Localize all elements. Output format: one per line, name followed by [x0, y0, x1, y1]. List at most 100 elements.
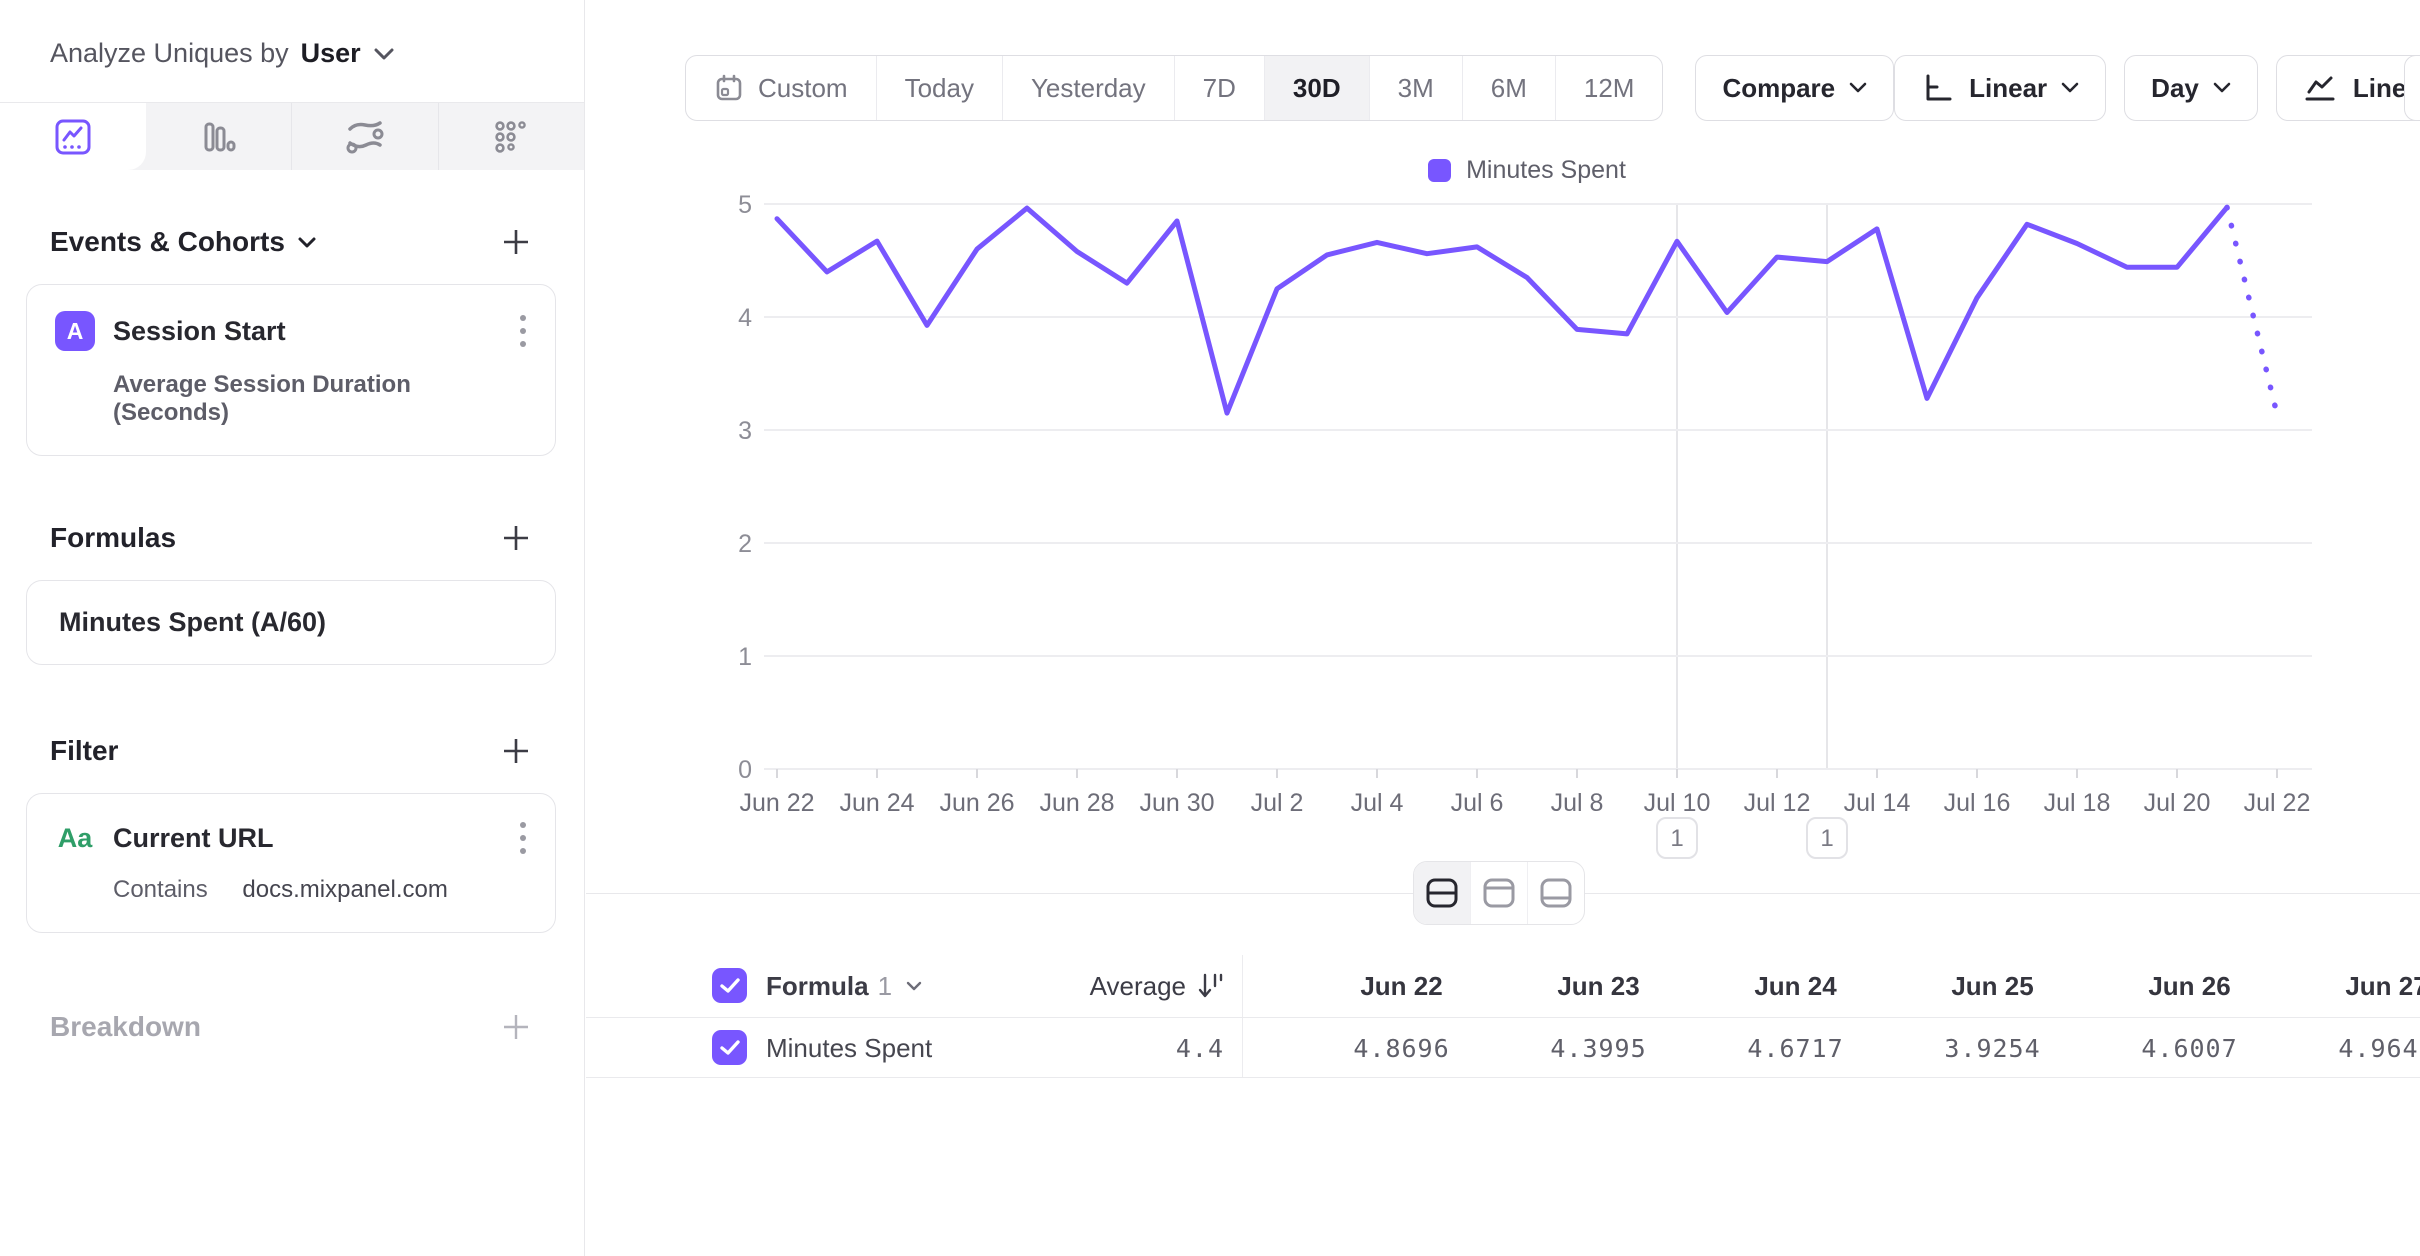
x-axis-tick-label: Jun 22 [739, 789, 814, 817]
formula-checkbox[interactable] [712, 968, 747, 1003]
y-axis-tick-label: 4 [738, 304, 752, 332]
line-chart[interactable]: 0 1 2 3 4 5 Jun 22 Jun 24 Jun 26 Jun 28 Jun 30 Jul … [586, 0, 2420, 950]
x-axis-tick-label: Jul 8 [1551, 789, 1604, 817]
main-panel: CustomTodayYesterday7D30D3M6M12M Compare… [586, 0, 2420, 1256]
filter-property-title: Current URL [113, 823, 274, 854]
series-line-dotted-segment [2227, 207, 2277, 414]
series-checkbox[interactable] [712, 1030, 747, 1065]
sort-icon [1198, 972, 1224, 1000]
y-axis-tick-label: 3 [738, 417, 752, 445]
annotation-badge-count: 1 [1670, 825, 1683, 852]
table-cell-value: 3.9254 [1894, 1018, 2091, 1079]
kebab-menu-icon[interactable] [519, 820, 527, 856]
x-axis-tick-label: Jul 10 [1644, 789, 1711, 817]
event-title: Session Start [113, 316, 286, 347]
add-filter-button[interactable] [500, 735, 532, 767]
x-axis-tick-label: Jul 6 [1451, 789, 1504, 817]
formula-title: Minutes Spent (A/60) [59, 607, 527, 638]
x-axis-tick-label: Jul 4 [1351, 789, 1404, 817]
x-axis-tick-label: Jul 14 [1844, 789, 1911, 817]
y-axis-tick-label: 5 [738, 191, 752, 219]
formulas-title: Formulas [50, 522, 176, 554]
event-card-session-start[interactable]: A Session Start Average Session Duration… [26, 284, 556, 456]
series-line [777, 207, 2227, 413]
table-cell-value: 4.6007 [2091, 1018, 2288, 1079]
x-axis-tick-label: Jun 26 [939, 789, 1014, 817]
line-chart-icon [53, 117, 93, 157]
flows-icon [344, 117, 386, 157]
report-type-tabs [0, 102, 584, 170]
split-view-icon [1424, 875, 1460, 911]
date-column-header[interactable]: Jun 23 [1500, 955, 1697, 1017]
x-axis-tick-label: Jul 20 [2144, 789, 2211, 817]
formula-group-number: 1 [878, 971, 892, 1002]
filter-header: Filter [50, 735, 532, 767]
y-axis-tick-label: 1 [738, 643, 752, 671]
filter-title: Filter [50, 735, 118, 767]
dots-grid-icon [491, 117, 531, 157]
analyze-uniques-header: Analyze Uniques by User [0, 0, 584, 69]
breakdown-title: Breakdown [50, 1011, 201, 1043]
table-row[interactable]: Minutes Spent 4.4 4.86964.39954.67173.92… [586, 1017, 2420, 1078]
view-toggle-chart-bottom-view[interactable] [1527, 862, 1584, 924]
filter-operator[interactable]: Contains [113, 876, 208, 903]
table-header-row: Formula 1 Average Jun 22Jun 23Jun 24Jun … [586, 955, 2420, 1017]
x-axis-tick-label: Jul 12 [1744, 789, 1811, 817]
chevron-down-icon [373, 47, 395, 61]
add-event-button[interactable] [500, 226, 532, 258]
average-value: 4.4 [946, 1018, 1224, 1079]
string-property-badge: Aa [55, 823, 95, 854]
table-cell-value: 4.8696 [1303, 1018, 1500, 1079]
date-column-header[interactable]: Jun 26 [2091, 955, 2288, 1017]
tab-bar-chart[interactable] [146, 103, 292, 170]
table-cell-value: 4.3995 [1500, 1018, 1697, 1079]
sidebar: Analyze Uniques by User [0, 0, 585, 1256]
add-breakdown-button[interactable] [500, 1011, 532, 1043]
event-badge-a: A [55, 311, 95, 351]
chevron-down-icon[interactable] [297, 236, 317, 249]
breakdown-header: Breakdown [50, 1011, 532, 1043]
add-formula-button[interactable] [500, 522, 532, 554]
x-axis-tick-label: Jul 18 [2044, 789, 2111, 817]
date-column-header[interactable]: Jun 24 [1697, 955, 1894, 1017]
average-header-label: Average [1090, 971, 1186, 1002]
formula-group-header[interactable]: Formula 1 [766, 955, 922, 1017]
view-toggle-split-view[interactable] [1414, 862, 1470, 924]
kebab-menu-icon[interactable] [519, 313, 527, 349]
tab-retention[interactable] [438, 103, 585, 170]
series-name: Minutes Spent [766, 1018, 932, 1079]
bar-chart-icon [198, 117, 238, 157]
formula-card[interactable]: Minutes Spent (A/60) [26, 580, 556, 665]
table-cell-value: 4.9640 [2288, 1018, 2420, 1079]
date-column-header[interactable]: Jun 25 [1894, 955, 2091, 1017]
x-axis-tick-label: Jun 30 [1139, 789, 1214, 817]
view-toggle-chart-top-view[interactable] [1470, 862, 1527, 924]
tab-insights[interactable] [0, 103, 146, 170]
filter-card-current-url[interactable]: Aa Current URL Contains docs.mixpanel.co… [26, 793, 556, 933]
y-axis-tick-label: 0 [738, 756, 752, 784]
analyze-label: Analyze Uniques by [50, 38, 289, 69]
analyze-value-dropdown[interactable]: User [301, 38, 361, 69]
chevron-down-icon [906, 981, 922, 992]
x-axis-tick-label: Jun 24 [839, 789, 914, 817]
x-axis-tick-label: Jul 2 [1251, 789, 1304, 817]
y-axis-tick-label: 2 [738, 530, 752, 558]
events-cohorts-header: Events & Cohorts [50, 226, 532, 258]
annotation-badge-count: 1 [1820, 825, 1833, 852]
formula-group-label: Formula [766, 971, 869, 1002]
chart-bottom-view-icon [1538, 875, 1574, 911]
average-column-header[interactable]: Average [946, 955, 1224, 1017]
x-axis-tick-label: Jul 22 [2244, 789, 2311, 817]
x-axis-tick-label: Jun 28 [1039, 789, 1114, 817]
chart-top-view-icon [1481, 875, 1517, 911]
events-cohorts-title: Events & Cohorts [50, 226, 285, 258]
view-layout-toggle [1413, 861, 1585, 925]
filter-value[interactable]: docs.mixpanel.com [242, 876, 447, 903]
table-cell-value: 4.6717 [1697, 1018, 1894, 1079]
event-aggregation[interactable]: Average Session Duration (Seconds) [113, 371, 527, 427]
date-column-header[interactable]: Jun 27 [2288, 955, 2420, 1017]
x-axis-tick-label: Jul 16 [1944, 789, 2011, 817]
formulas-header: Formulas [50, 522, 532, 554]
tab-flows[interactable] [291, 103, 438, 170]
date-column-header[interactable]: Jun 22 [1303, 955, 1500, 1017]
